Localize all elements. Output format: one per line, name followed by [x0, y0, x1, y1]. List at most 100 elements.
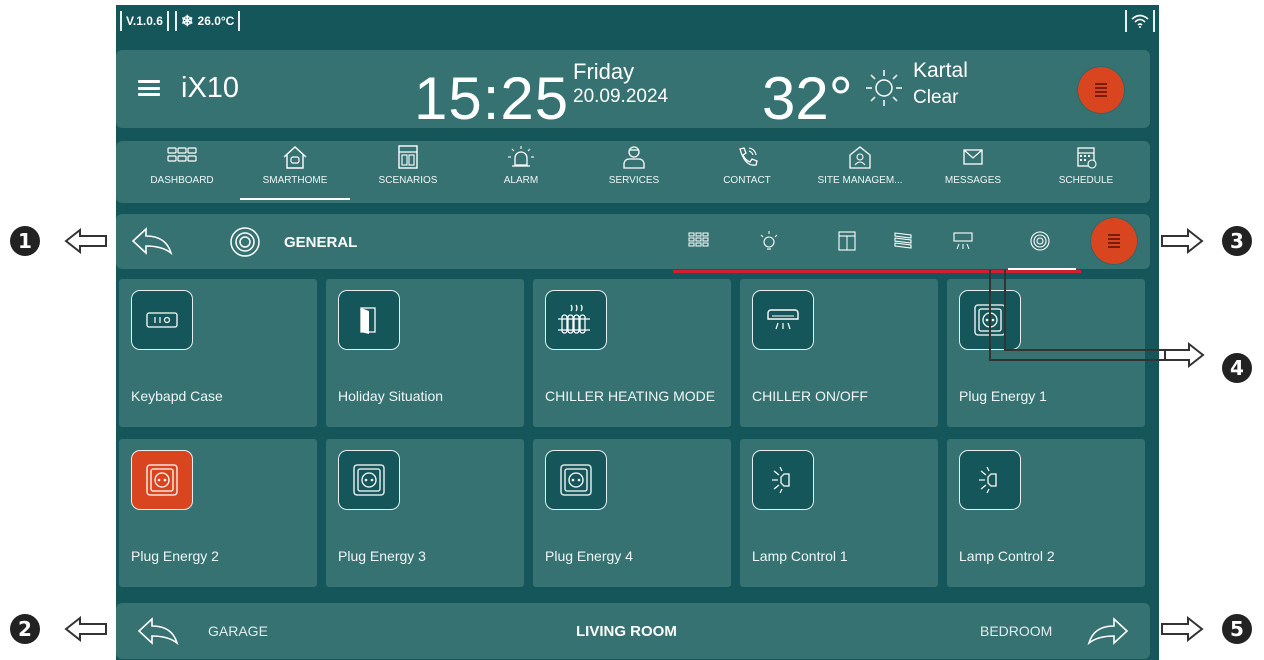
nav-messages[interactable]: MESSAGES [923, 145, 1023, 186]
socket-icon [131, 450, 193, 510]
room-navigation-bar: GARAGE LIVING ROOM BEDROOM [116, 603, 1150, 659]
filter-all-grid-icon[interactable] [688, 230, 710, 255]
next-room-label[interactable]: BEDROOM [980, 623, 1052, 639]
phone-icon [739, 147, 758, 166]
door-icon [338, 290, 400, 350]
outside-temperature: 32° [762, 65, 853, 132]
nav-label: MESSAGES [944, 175, 1002, 186]
nav-contact[interactable]: CONTACT [697, 145, 797, 186]
main-nav: DASHBOARD SMARTHOME SCENARIOS ALARM SERV… [116, 141, 1150, 203]
current-room-label: LIVING ROOM [576, 623, 677, 640]
right-arrow-icon [1161, 228, 1204, 254]
device-card[interactable]: Lamp Control 2 [947, 439, 1145, 587]
nav-label: SCENARIOS [378, 175, 438, 186]
nav-label: SITE MANAGEM... [817, 175, 903, 186]
device-label: Plug Energy 4 [545, 548, 633, 564]
clock: 15:25 [414, 65, 570, 132]
sun-icon [864, 68, 904, 113]
radiator-icon [545, 290, 607, 350]
device-label: Plug Energy 3 [338, 548, 426, 564]
nav-selected-indicator [240, 198, 350, 200]
device-card[interactable]: Plug Energy 2 [119, 439, 317, 587]
nav-smarthome[interactable]: SMARTHOME [245, 145, 345, 186]
nav-label: SMARTHOME [262, 175, 328, 186]
left-arrow-icon [64, 616, 107, 642]
device-label: CHILLER HEATING MODE [545, 388, 716, 404]
lamp-icon [959, 450, 1021, 510]
weather-condition: Clear [913, 87, 959, 108]
keypad-icon [131, 290, 193, 350]
list-icon [1108, 234, 1120, 248]
nav-site-management[interactable]: SITE MANAGEM... [810, 145, 910, 186]
section-toolbar: GENERAL [116, 214, 1150, 270]
annotation-badge-5: 5 [1222, 614, 1252, 644]
nav-label: CONTACT [723, 175, 771, 186]
nav-label: ALARM [503, 175, 539, 186]
filter-bulb-icon[interactable] [758, 230, 780, 257]
general-icon [228, 225, 262, 264]
device-card[interactable]: CHILLER HEATING MODE [533, 279, 731, 427]
house-icon [283, 146, 307, 169]
left-arrow-icon [64, 228, 107, 254]
nav-alarm[interactable]: ALARM [471, 145, 571, 186]
device-label: Keybapd Case [131, 388, 223, 404]
nav-services[interactable]: SERVICES [584, 145, 684, 186]
annotation-badge-2: 2 [10, 614, 40, 644]
device-label: Plug Energy 1 [959, 388, 1047, 404]
site-management-icon [849, 146, 871, 169]
device-card[interactable]: Holiday Situation [326, 279, 524, 427]
device-label: Holiday Situation [338, 388, 444, 404]
brand-label: iX10 [181, 72, 240, 104]
version-label: V.1.0.6 [120, 11, 169, 31]
device-card[interactable]: Plug Energy 4 [533, 439, 731, 587]
ac-icon [752, 290, 814, 350]
socket-icon [545, 450, 607, 510]
next-room-arrow-icon[interactable] [1086, 616, 1130, 651]
device-label: Plug Energy 2 [131, 548, 219, 564]
nav-schedule[interactable]: SCHEDULE [1036, 145, 1136, 186]
date: 20.09.2024 [573, 86, 669, 107]
nav-scenarios[interactable]: SCENARIOS [358, 145, 458, 186]
device-card[interactable]: Plug Energy 3 [326, 439, 524, 587]
annotation-badge-3: 3 [1222, 226, 1252, 256]
annotation-badge-4: 4 [1222, 353, 1252, 383]
indoor-temp-chip: ❄ 26.0°C [174, 11, 241, 31]
device-card[interactable]: Lamp Control 1 [740, 439, 938, 587]
device-card[interactable]: Keybapd Case [119, 279, 317, 427]
alarm-icon [508, 146, 534, 167]
nav-label: SERVICES [608, 175, 660, 186]
city-name: Kartal [913, 59, 968, 82]
nav-label: DASHBOARD [150, 175, 214, 186]
toolbar-options-button[interactable] [1091, 218, 1137, 264]
calendar-icon [1077, 147, 1097, 169]
right-arrow-icon [1161, 616, 1204, 642]
header-panel: iX10 15:25 Friday 20.09.2024 32° Kartal … [116, 50, 1150, 132]
filter-curtain-icon[interactable] [836, 230, 858, 257]
device-label: Lamp Control 1 [752, 548, 848, 564]
indoor-temp-value: 26.0°C [197, 14, 235, 28]
nav-dashboard[interactable]: DASHBOARD [132, 145, 232, 186]
device-label: Lamp Control 2 [959, 548, 1055, 564]
wifi-icon [1125, 10, 1155, 32]
lamp-icon [752, 450, 814, 510]
hamburger-menu-icon[interactable] [138, 80, 160, 96]
prev-room-arrow-icon[interactable] [136, 616, 180, 651]
list-icon [1095, 83, 1107, 97]
service-person-icon [623, 146, 645, 169]
section-title: GENERAL [284, 234, 358, 251]
annotation-connector [989, 270, 1205, 369]
back-arrow-icon[interactable] [130, 226, 174, 261]
filter-general-icon[interactable] [1029, 230, 1051, 257]
filter-ac-icon[interactable] [952, 230, 974, 257]
nav-label: SCHEDULE [1058, 175, 1114, 186]
scenario-icon [398, 145, 418, 169]
prev-room-label[interactable]: GARAGE [208, 623, 268, 639]
filter-shutter-icon[interactable] [892, 230, 914, 257]
day-name: Friday [573, 59, 635, 84]
device-label: CHILLER ON/OFF [752, 388, 868, 404]
annotation-badge-1: 1 [10, 226, 40, 256]
socket-icon [338, 450, 400, 510]
header-options-button[interactable] [1078, 67, 1124, 113]
device-card[interactable]: CHILLER ON/OFF [740, 279, 938, 427]
envelope-icon [963, 149, 983, 165]
